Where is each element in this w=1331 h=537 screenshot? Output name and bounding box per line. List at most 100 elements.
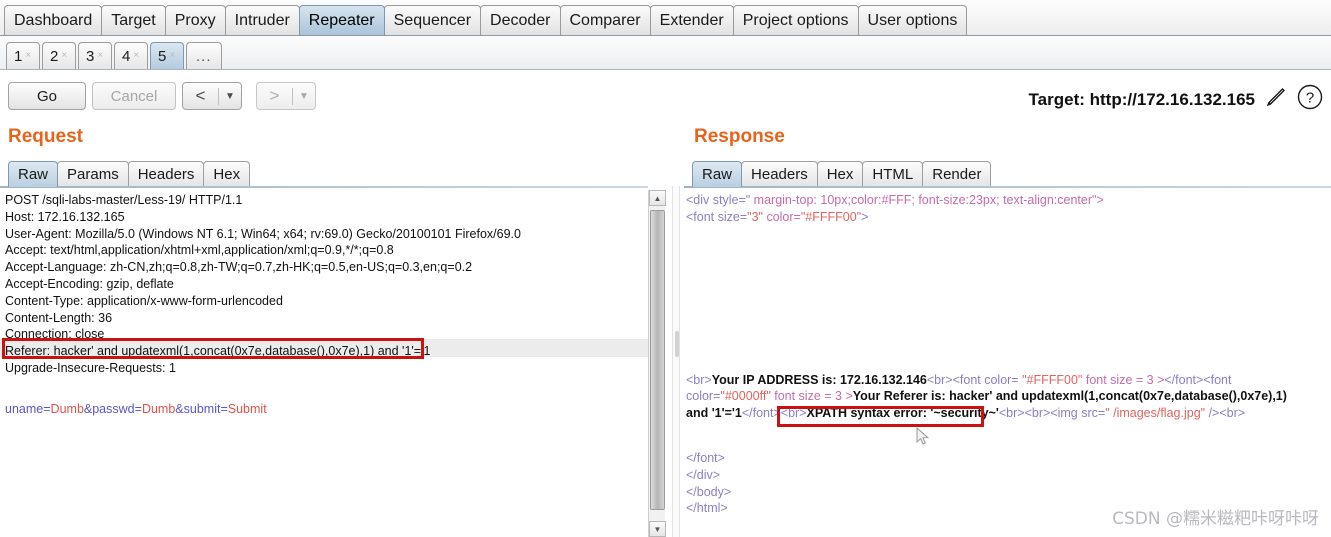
- request-divider: [0, 186, 648, 188]
- request-header-line: Content-Length: 36: [5, 310, 113, 325]
- chevron-down-icon[interactable]: ▼: [293, 91, 315, 102]
- html-tag: <font size=: [686, 209, 748, 224]
- request-header-line: Accept: text/html,application/xhtml+xml,…: [5, 243, 394, 258]
- request-tab-params[interactable]: Params: [57, 161, 129, 187]
- close-icon[interactable]: ×: [61, 51, 67, 61]
- request-scrollbar[interactable]: ▲ ▼: [648, 190, 666, 537]
- close-icon[interactable]: ×: [97, 51, 103, 61]
- csdn-watermark: CSDN @糯米糍粑咔呀咔呀: [1112, 509, 1319, 529]
- request-raw-editor[interactable]: POST /sqli-labs-master/Less-19/ HTTP/1.1…: [5, 192, 645, 418]
- main-tab-dashboard[interactable]: Dashboard: [4, 5, 103, 35]
- response-tab-hex[interactable]: Hex: [816, 161, 864, 187]
- request-tab-raw[interactable]: Raw: [8, 161, 59, 187]
- ip-address-text: Your IP ADDRESS is: 172.16.132.146: [711, 372, 927, 387]
- response-tab-html[interactable]: HTML: [862, 161, 924, 187]
- repeater-tab-more[interactable]: ...: [186, 42, 222, 69]
- request-header-line: User-Agent: Mozilla/5.0 (Windows NT 6.1;…: [5, 226, 521, 241]
- repeater-tab-1[interactable]: 1 ×: [6, 42, 40, 69]
- repeater-tab-label: 5: [158, 47, 167, 65]
- html-tag: </font>: [741, 406, 781, 421]
- main-tab-comparer[interactable]: Comparer: [559, 5, 651, 35]
- main-tab-project-options[interactable]: Project options: [732, 5, 859, 35]
- param-separator: &: [175, 401, 184, 416]
- repeater-tab-label: 4: [122, 47, 131, 65]
- param-value: Dumb: [141, 401, 176, 416]
- html-value: "#0000ff": [720, 389, 771, 404]
- response-raw-editor[interactable]: <div style=" margin-top: 10px;color:#FFF…: [686, 192, 1291, 517]
- burp-suite-window: Dashboard Target Proxy Intruder Repeater Sequ…: [0, 0, 1331, 537]
- cancel-button[interactable]: Cancel: [92, 82, 176, 110]
- go-button[interactable]: Go: [8, 82, 86, 110]
- html-tag: <div style=": [686, 193, 751, 207]
- question-icon[interactable]: ?: [1297, 84, 1323, 115]
- repeater-tab-2[interactable]: 2 ×: [42, 42, 76, 69]
- request-header-line: Accept-Encoding: gzip, deflate: [5, 276, 174, 291]
- splitter-grip[interactable]: [675, 331, 679, 357]
- target-area: Target: http://172.16.132.165 ?: [1029, 84, 1323, 115]
- html-tag: <br>: [686, 372, 712, 387]
- response-tab-raw[interactable]: Raw: [692, 161, 743, 187]
- response-divider: [684, 186, 1331, 188]
- param-equals: =: [43, 401, 51, 416]
- html-attr: margin-top: 10px;color:#FFF; font-size:2…: [750, 193, 1104, 207]
- chevron-down-icon[interactable]: ▼: [219, 91, 241, 102]
- response-div-line: <div style=" margin-top: 10px;color:#FFF…: [686, 192, 1291, 209]
- main-tab-sequencer[interactable]: Sequencer: [383, 5, 482, 35]
- response-tab-headers[interactable]: Headers: [741, 161, 818, 187]
- scrollbar-thumb[interactable]: [650, 210, 665, 510]
- html-value: "#FFFF00": [1022, 372, 1083, 387]
- repeater-tab-label: 2: [50, 47, 59, 65]
- html-tag: <font color=: [952, 372, 1023, 387]
- request-upgrade-line: Upgrade-Insecure-Requests: 1: [5, 360, 176, 375]
- request-tab-bar: Raw Params Headers Hex: [8, 159, 251, 187]
- html-tag: <br>: [1219, 406, 1246, 421]
- back-button[interactable]: < ▼: [182, 82, 242, 110]
- request-header-line: Accept-Language: zh-CN,zh;q=0.8,zh-TW;q=…: [5, 260, 473, 275]
- response-tab-bar: Raw Headers Hex HTML Render: [692, 159, 992, 187]
- main-tab-bar: Dashboard Target Proxy Intruder Repeater Sequ…: [0, 0, 1331, 36]
- repeater-tab-3[interactable]: 3 ×: [78, 42, 112, 69]
- response-closing-tag: </font>: [686, 450, 725, 465]
- repeater-sub-tab-bar: 1 × 2 × 3 × 4 × 5 ×...: [0, 36, 1331, 70]
- panel-splitter[interactable]: [672, 186, 680, 537]
- response-tab-render[interactable]: Render: [922, 161, 992, 187]
- html-tag: <br>: [998, 406, 1025, 421]
- repeater-tab-5[interactable]: 5 ×: [150, 42, 184, 69]
- html-attr: font size = 3 >: [1082, 372, 1165, 387]
- main-tab-intruder[interactable]: Intruder: [224, 5, 300, 35]
- svg-text:?: ?: [1306, 90, 1314, 107]
- main-tab-extender[interactable]: Extender: [649, 5, 734, 35]
- main-tab-user-options[interactable]: User options: [857, 5, 968, 35]
- param-equals: =: [134, 401, 142, 416]
- html-tag: />: [1205, 406, 1220, 421]
- scroll-down-icon[interactable]: ▼: [649, 521, 666, 537]
- param-equals: =: [220, 401, 228, 416]
- request-panel-title: Request: [8, 126, 83, 147]
- pencil-icon[interactable]: [1264, 85, 1288, 114]
- main-tab-decoder[interactable]: Decoder: [480, 5, 561, 35]
- request-referer-line: Referer: hacker' and updatexml(1,concat(…: [5, 344, 431, 359]
- main-tab-repeater[interactable]: Repeater: [298, 5, 385, 35]
- html-value: "#FFFF00": [800, 209, 862, 224]
- scroll-up-icon[interactable]: ▲: [649, 190, 666, 206]
- main-tab-target[interactable]: Target: [101, 5, 166, 35]
- response-closing-tag: </div>: [686, 467, 721, 482]
- chevron-left-icon: <: [195, 86, 206, 105]
- request-tab-hex[interactable]: Hex: [203, 161, 251, 187]
- response-panel-title: Response: [694, 126, 785, 147]
- close-icon[interactable]: ×: [25, 51, 31, 61]
- html-value: " /images/flag.jpg": [1105, 406, 1206, 421]
- response-closing-tag: </body>: [686, 484, 732, 499]
- chevron-right-icon: >: [269, 86, 280, 105]
- repeater-tab-4[interactable]: 4 ×: [114, 42, 148, 69]
- close-icon[interactable]: ×: [133, 51, 139, 61]
- forward-button[interactable]: > ▼: [256, 82, 316, 110]
- html-tag: <br>: [926, 372, 953, 387]
- close-icon[interactable]: ×: [169, 51, 175, 61]
- request-header-line: Content-Type: application/x-www-form-url…: [5, 293, 283, 308]
- request-tab-headers[interactable]: Headers: [127, 161, 205, 187]
- main-tab-proxy[interactable]: Proxy: [164, 5, 226, 35]
